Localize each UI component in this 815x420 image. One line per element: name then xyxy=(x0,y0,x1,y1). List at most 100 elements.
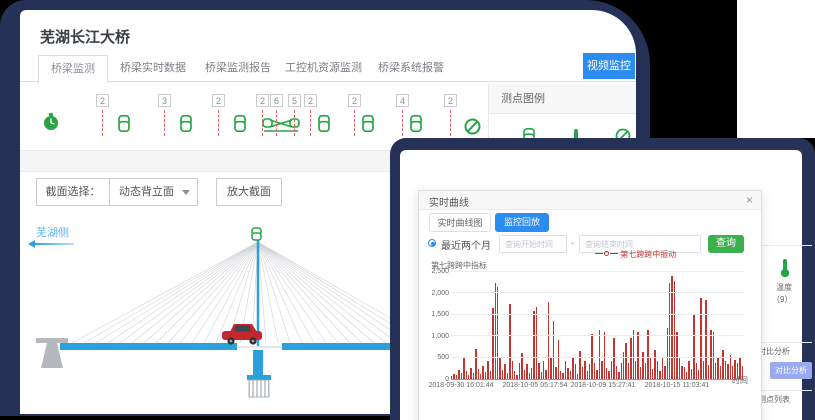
chart-bar xyxy=(696,363,697,379)
chart-legend[interactable]: 第七跨跨中振动 xyxy=(595,249,676,260)
chart-bar xyxy=(727,364,728,379)
chart-bar xyxy=(516,375,517,379)
chart-bar xyxy=(526,364,527,379)
thermometer-icon[interactable] xyxy=(778,258,792,283)
chart-bar xyxy=(519,363,520,379)
tab-realtime-data[interactable]: 桥梁实时数据 xyxy=(120,55,186,82)
chart-bar xyxy=(708,365,709,379)
chart-bar xyxy=(705,300,706,379)
chart-bar xyxy=(703,361,704,379)
compare-analysis-button[interactable]: 对比分析 xyxy=(770,362,812,379)
realtime-curve-modal: 实时曲线 × 实时曲线图 监控回放 最近两个月 - 查询 第七跨跨中振动 第七跨… xyxy=(418,190,762,420)
sensor-count-badge: 6 xyxy=(270,94,283,107)
chart-bar xyxy=(652,369,653,379)
last-two-months-radio[interactable] xyxy=(428,239,436,247)
tab-monitor-playback[interactable]: 监控回放 xyxy=(495,213,549,232)
chart-bar xyxy=(693,315,694,379)
tab-bridge-monitor[interactable]: 桥梁监测 xyxy=(38,55,108,83)
link-icon[interactable] xyxy=(362,115,374,137)
ban-icon[interactable] xyxy=(464,118,481,140)
tab-realtime-curve[interactable]: 实时曲线图 xyxy=(429,213,491,232)
link-icon[interactable] xyxy=(410,115,422,137)
chart-bar xyxy=(589,364,590,379)
chart-bar xyxy=(482,366,483,379)
temperature-label: 温度 xyxy=(776,282,792,293)
chart-bar xyxy=(606,368,607,379)
link-icon[interactable] xyxy=(318,115,330,137)
link-icon[interactable] xyxy=(234,115,246,137)
chart-bar xyxy=(625,343,626,379)
link-icon[interactable] xyxy=(118,115,130,137)
modal-header: 实时曲线 × xyxy=(419,191,761,210)
video-monitor-button[interactable]: 视频监控 xyxy=(583,53,635,79)
chart-bar xyxy=(650,358,651,379)
chart-bar xyxy=(555,367,556,379)
chart-bar xyxy=(490,371,491,379)
chart-bar xyxy=(599,330,600,379)
chart-bar xyxy=(640,367,641,379)
sensor-count-badge: 2 xyxy=(96,94,109,107)
tab-monitor-report[interactable]: 桥梁监测报告 xyxy=(205,55,271,82)
chart-bar xyxy=(717,357,718,379)
car xyxy=(222,324,262,345)
clock-icon[interactable] xyxy=(42,112,60,137)
chart-bar xyxy=(669,283,670,379)
chart-bar xyxy=(722,350,723,379)
chart-bar xyxy=(662,357,663,379)
chart-bar xyxy=(478,369,479,379)
y-tick-label: 1,000 xyxy=(421,333,449,340)
chart-bar xyxy=(679,357,680,379)
y-tick-label: 500 xyxy=(421,354,449,361)
close-icon[interactable]: × xyxy=(746,193,753,207)
section-select-dropdown[interactable]: 动态背立面 xyxy=(109,179,197,205)
chart-bar xyxy=(601,361,602,379)
tower-top-sensor-icon xyxy=(252,228,261,240)
zoom-section-button[interactable]: 放大截面 xyxy=(216,178,282,206)
caret-down-icon xyxy=(182,190,190,195)
chart-bar xyxy=(715,363,716,379)
y-tick-label: 2,500 xyxy=(421,268,449,275)
sensor-position-tick xyxy=(102,110,103,136)
x-axis-title: 时间 xyxy=(732,375,748,386)
chart-bar xyxy=(618,372,619,379)
chart-bar xyxy=(502,370,503,379)
chart-bar xyxy=(485,372,486,379)
chart-bar xyxy=(613,338,614,379)
chart-bar xyxy=(645,363,646,379)
chart-bar xyxy=(676,332,677,379)
chart-bar xyxy=(565,361,566,379)
chart-bar xyxy=(604,332,605,379)
chart-bar xyxy=(594,363,595,379)
chart-bar xyxy=(567,368,568,379)
chart-bar xyxy=(688,361,689,379)
chart-bar xyxy=(558,340,559,379)
chart-bar xyxy=(451,376,452,379)
section-select-value: 动态背立面 xyxy=(119,186,174,198)
gridline xyxy=(451,314,744,315)
chart-bar xyxy=(504,364,505,379)
date-range-separator: - xyxy=(571,238,574,248)
chart-bar xyxy=(647,330,648,379)
link-icon[interactable] xyxy=(180,115,192,137)
chart-bar xyxy=(575,364,576,379)
tab-system-alarm[interactable]: 桥梁系统报警 xyxy=(378,55,444,82)
sensor-position-tick xyxy=(402,110,403,136)
start-time-input[interactable] xyxy=(499,235,567,253)
tab-ipc-resource[interactable]: 工控机资源监测 xyxy=(285,55,362,82)
legend-marker-icon xyxy=(604,251,609,256)
chart-bar xyxy=(499,357,500,379)
chart-bar xyxy=(730,355,731,379)
temperature-count: （9） xyxy=(772,294,792,305)
chart-bar xyxy=(713,332,714,379)
query-button[interactable]: 查询 xyxy=(708,235,744,253)
gridline xyxy=(451,271,744,272)
chart-bar xyxy=(550,357,551,379)
main-tabbar: 桥梁监测 桥梁实时数据 桥梁监测报告 工控机资源监测 桥梁系统报警 xyxy=(20,55,636,82)
sensor-count-badge: 2 xyxy=(348,94,361,107)
left-pier xyxy=(36,338,68,368)
chart-bar xyxy=(635,361,636,379)
last-two-months-label: 最近两个月 xyxy=(441,237,491,252)
chart-bar xyxy=(621,363,622,379)
chart-bar xyxy=(654,350,655,379)
chart-bar xyxy=(700,298,701,379)
